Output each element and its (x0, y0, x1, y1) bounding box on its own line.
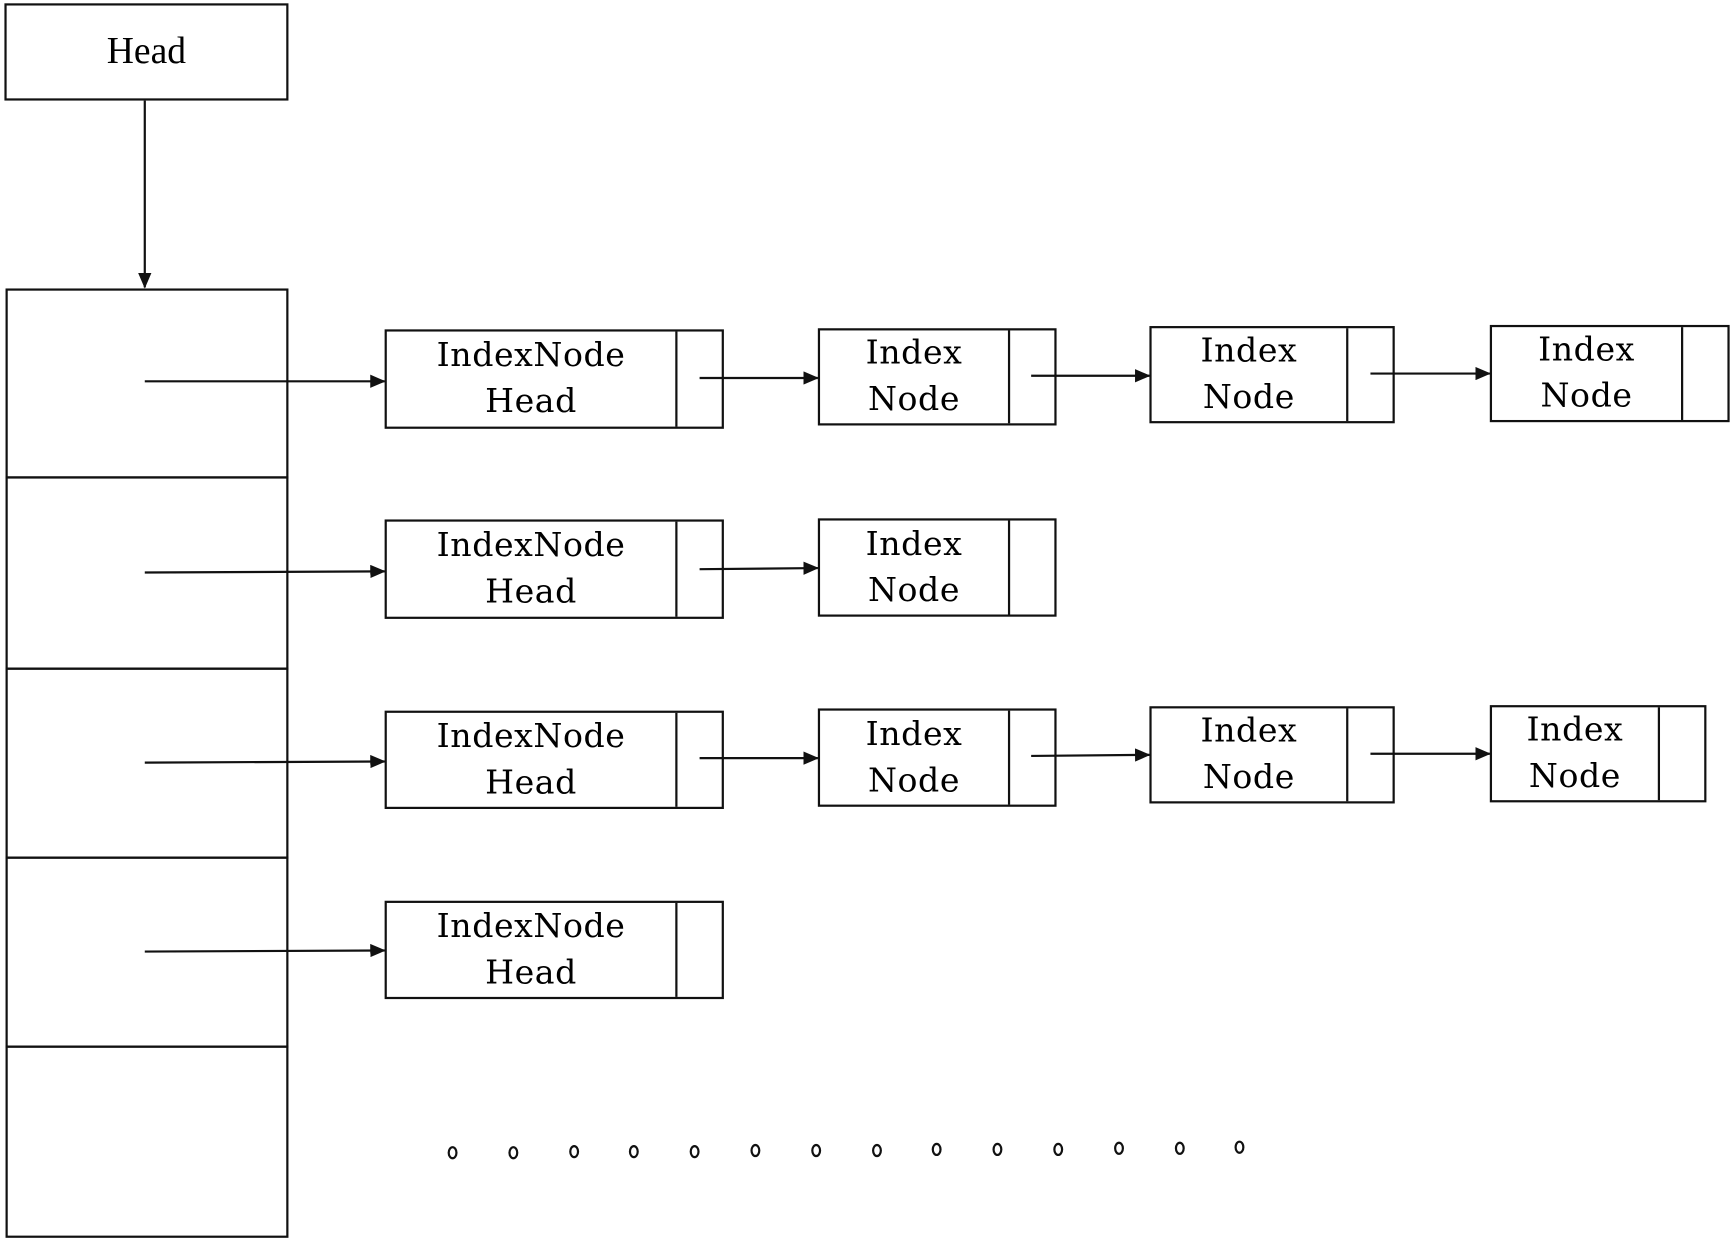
bucket-4-arrow (144, 943, 386, 958)
continuation-dot (992, 1142, 1003, 1156)
next-link-arrow (699, 561, 819, 575)
next-link-arrow (1031, 748, 1151, 762)
continuation-dot (871, 1143, 882, 1157)
bucket-3-arrow (144, 754, 386, 769)
continuation-dot (1053, 1142, 1064, 1156)
bucket-2-arrow (144, 564, 386, 579)
continuation-dot (568, 1145, 579, 1159)
hash-index-diagram: Head IndexNode Head Index Node Index Node I… (0, 0, 1733, 1243)
continuation-dot (1113, 1141, 1124, 1156)
continuation-dot (1174, 1141, 1185, 1155)
continuation-dot (447, 1146, 458, 1160)
arrows-layer (138, 100, 1491, 958)
continuation-dot (810, 1143, 821, 1158)
continuation-dot (689, 1144, 700, 1158)
continuation-dot (508, 1145, 519, 1159)
